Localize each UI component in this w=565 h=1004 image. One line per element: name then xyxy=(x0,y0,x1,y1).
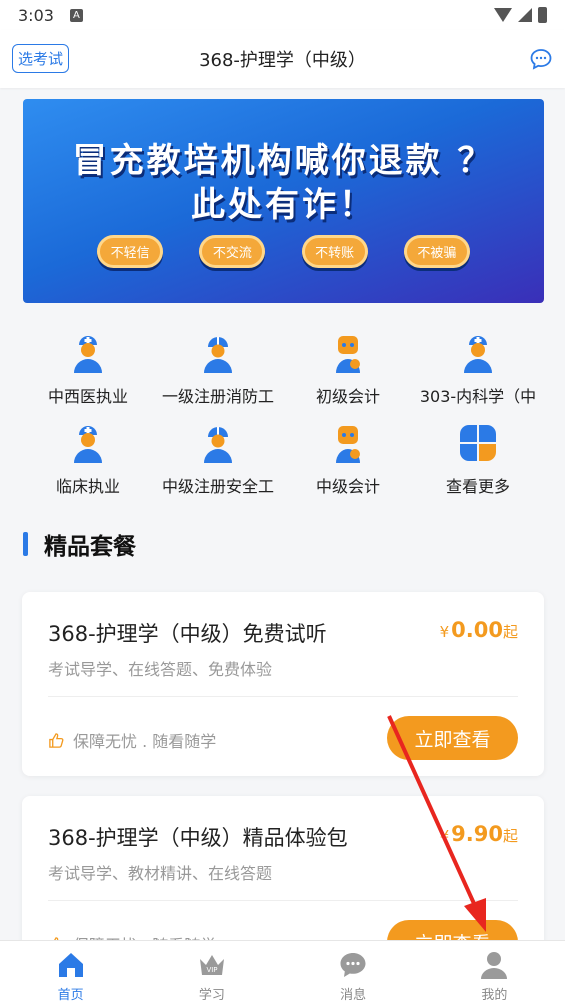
package-title: 368-护理学（中级）免费试听 xyxy=(48,622,327,646)
wifi-icon xyxy=(494,8,512,22)
worker-icon xyxy=(204,337,232,373)
package-title: 368-护理学（中级）精品体验包 xyxy=(48,826,348,850)
banner-pill: 不被骗 xyxy=(403,235,470,268)
page-title: 368-护理学（中级） xyxy=(199,50,366,71)
category-label: 中级会计 xyxy=(315,477,380,496)
package-price: ¥ 9.90 起 xyxy=(440,822,518,846)
category-item-zhongji-kuaiji[interactable]: 中级会计 xyxy=(283,423,413,513)
package-description: 考试导学、在线答题、免费体验 xyxy=(48,660,273,679)
banner-pills: 不轻信 不交流 不转账 不被骗 xyxy=(23,235,544,268)
category-item-zhongxiyi[interactable]: 中西医执业 xyxy=(23,333,153,423)
worker-icon xyxy=(204,427,232,463)
category-item-more[interactable]: 查看更多 xyxy=(413,423,543,513)
message-icon xyxy=(340,953,366,977)
tab-messages[interactable]: 消息 xyxy=(283,941,424,1004)
thumbs-up-icon xyxy=(49,732,64,748)
promo-banner[interactable]: 冒充教培机构喊你退款 ？ 此处有诈！ 不轻信 不交流 不转账 不被骗 xyxy=(23,99,544,303)
notification-a-icon: A xyxy=(69,8,83,22)
accountant-icon xyxy=(336,336,360,373)
customer-service-icon[interactable] xyxy=(529,47,553,71)
status-indicators xyxy=(494,7,547,23)
home-icon xyxy=(58,953,83,977)
tab-label: 首页 xyxy=(57,988,84,1003)
category-item-chuji-kuaiji[interactable]: 初级会计 xyxy=(283,333,413,423)
package-description: 考试导学、教材精讲、在线答题 xyxy=(48,864,273,883)
category-label: 临床执业 xyxy=(55,477,120,496)
category-label: 303-内科学（中 xyxy=(419,387,537,406)
svg-text:VIP: VIP xyxy=(206,966,217,974)
more-grid-icon xyxy=(460,425,496,461)
category-item-anquan[interactable]: 中级注册安全工 xyxy=(153,423,283,513)
tab-profile[interactable]: 我的 xyxy=(424,941,565,1004)
banner-headline: 冒充教培机构喊你退款 ？ xyxy=(72,141,495,181)
package-price: ¥ 0.00 起 xyxy=(440,618,518,642)
price-value: 0.00 xyxy=(451,618,503,642)
banner-pill: 不转账 xyxy=(301,235,368,268)
doctor-icon xyxy=(464,336,492,373)
banner-subheadline: 此处有诈！ xyxy=(191,185,376,225)
tab-home[interactable]: 首页 xyxy=(0,941,141,1004)
price-currency: ¥ xyxy=(439,827,450,845)
category-label: 中西医执业 xyxy=(47,387,128,406)
tab-label: 我的 xyxy=(481,988,508,1003)
battery-icon xyxy=(538,7,547,23)
profile-icon xyxy=(481,952,508,979)
doctor-icon xyxy=(74,426,102,463)
category-label: 初级会计 xyxy=(315,387,380,406)
category-item-neikexue[interactable]: 303-内科学（中 xyxy=(413,333,543,423)
divider xyxy=(48,696,518,697)
select-exam-button[interactable]: 选考试 xyxy=(12,44,70,73)
top-bar: 选考试 368-护理学（中级） xyxy=(0,30,565,88)
section-header: 精品套餐 xyxy=(23,527,136,561)
category-grid: 中西医执业 一级注册消防工 初级会计 303-内科学（中 临床执业 中级注册安全… xyxy=(23,333,544,513)
bottom-tab-bar: 首页 VIP 学习 消息 我的 xyxy=(0,940,565,1004)
price-suffix: 起 xyxy=(502,623,518,641)
accountant-icon xyxy=(336,426,360,463)
status-time: 3:03 xyxy=(18,5,54,25)
category-item-linchuang[interactable]: 临床执业 xyxy=(23,423,153,513)
price-suffix: 起 xyxy=(502,827,518,845)
divider xyxy=(48,900,518,901)
section-title: 精品套餐 xyxy=(44,534,136,560)
category-item-xiaofang[interactable]: 一级注册消防工 xyxy=(153,333,283,423)
vip-crown-icon: VIP xyxy=(199,955,224,975)
status-bar: 3:03 A xyxy=(0,0,565,30)
package-card[interactable]: 368-护理学（中级）免费试听 ¥ 0.00 起 考试导学、在线答题、免费体验 … xyxy=(22,592,544,776)
tab-study[interactable]: VIP 学习 xyxy=(141,941,282,1004)
category-label: 一级注册消防工 xyxy=(161,387,274,406)
banner-pill: 不交流 xyxy=(199,235,266,268)
view-now-button[interactable]: 立即查看 xyxy=(387,716,518,760)
category-label: 中级注册安全工 xyxy=(161,477,274,496)
tab-label: 学习 xyxy=(198,988,225,1003)
tab-label: 消息 xyxy=(340,988,367,1003)
signal-icon xyxy=(518,8,532,22)
section-accent-bar xyxy=(23,532,28,556)
package-guarantee: 保障无忧 . 随看随学 xyxy=(48,728,216,752)
doctor-icon xyxy=(74,336,102,373)
price-currency: ¥ xyxy=(439,623,450,641)
guarantee-text: 保障无忧 . 随看随学 xyxy=(73,732,217,751)
category-label: 查看更多 xyxy=(445,477,510,496)
banner-pill: 不轻信 xyxy=(97,235,164,268)
price-value: 9.90 xyxy=(451,822,503,846)
